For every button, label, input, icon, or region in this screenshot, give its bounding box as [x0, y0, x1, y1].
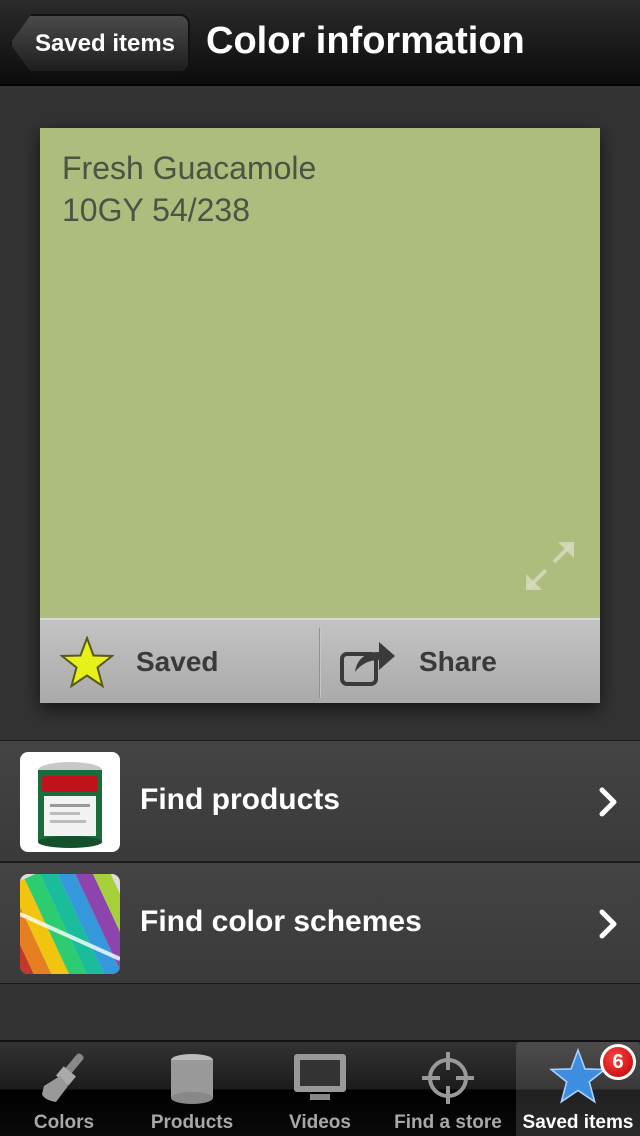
tab-saved-items[interactable]: 6 Saved items [516, 1042, 640, 1136]
navigation-bar: Saved items Color information [0, 0, 640, 86]
saved-label: Saved [136, 646, 219, 677]
share-button[interactable]: Share [321, 620, 600, 705]
paint-can-thumbnail [20, 752, 120, 852]
color-code: 10GY 54/238 [62, 192, 251, 228]
color-name: Fresh Guacamole [62, 150, 317, 186]
brush-icon [42, 1053, 84, 1102]
find-color-schemes-label: Find color schemes [140, 905, 422, 938]
page-title: Color information [206, 20, 525, 62]
chevron-right-icon [599, 909, 617, 939]
back-button[interactable]: Saved items [10, 14, 190, 73]
tab-find-a-store[interactable]: Find a store [384, 1042, 512, 1136]
star-icon [60, 636, 114, 689]
tab-colors[interactable]: Colors [0, 1042, 128, 1136]
tab-label: Videos [289, 1112, 351, 1133]
color-fan-thumbnail [20, 874, 120, 974]
find-products-row[interactable]: Find products [0, 740, 640, 862]
paint-can-icon [171, 1054, 213, 1104]
find-color-schemes-row[interactable]: Find color schemes [0, 862, 640, 984]
card-actions-bar: Saved Share [40, 618, 600, 703]
saved-button[interactable]: Saved [40, 620, 319, 705]
share-icon [340, 642, 395, 686]
back-button-label: Saved items [34, 29, 176, 57]
monitor-icon [294, 1054, 346, 1100]
share-label: Share [419, 646, 497, 677]
chevron-right-icon [599, 787, 617, 817]
color-card: Fresh Guacamole 10GY 54/238 Saved Share [40, 128, 600, 703]
tab-label: Find a store [394, 1112, 502, 1133]
tab-label: Colors [33, 1112, 95, 1133]
tab-bar: Colors Products Videos Find a store 6 Sa… [0, 1040, 640, 1136]
notification-badge: 6 [600, 1044, 636, 1080]
find-products-label: Find products [140, 783, 340, 816]
action-list: Find products Find color schemes [0, 740, 640, 984]
expand-icon[interactable] [522, 538, 578, 594]
tab-label: Saved items [522, 1112, 634, 1133]
star-icon [549, 1048, 607, 1104]
tab-videos[interactable]: Videos [256, 1042, 384, 1136]
tab-label: Products [150, 1112, 234, 1133]
crosshair-icon [422, 1052, 474, 1104]
tab-products[interactable]: Products [128, 1042, 256, 1136]
color-swatch[interactable]: Fresh Guacamole 10GY 54/238 [40, 128, 600, 618]
